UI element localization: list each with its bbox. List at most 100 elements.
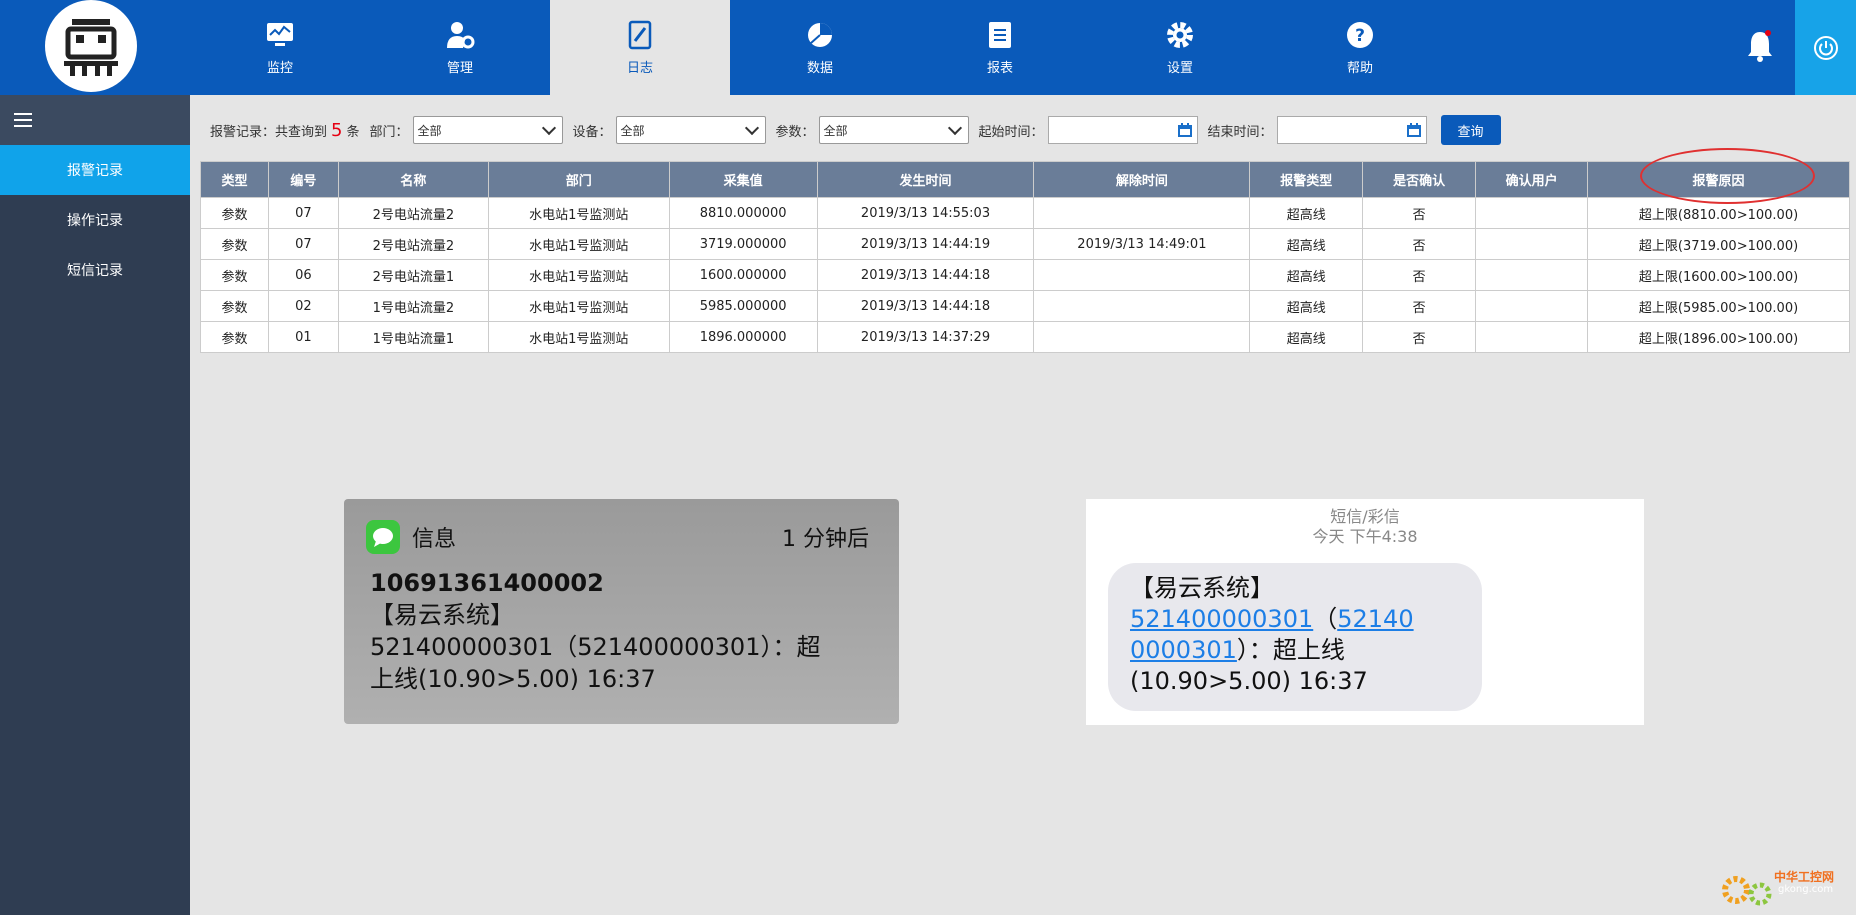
calendar-icon[interactable] [1177,122,1193,138]
table-cell: 2号电站流量2 [337,228,489,260]
main-nav: 监控 管理 日志 数据 报表 设置 ? 帮助 [190,0,1450,95]
table-cell: 水电站1号监测站 [487,197,670,229]
nav-data[interactable]: 数据 [730,0,910,95]
sms-link-number-1[interactable]: 521400000301 [1130,605,1313,633]
table-cell: 超高线 [1249,290,1364,322]
nav-settings-label: 设置 [1166,61,1193,76]
table-cell: 水电站1号监测站 [487,259,670,291]
sidebar-item-label: 短信记录 [67,263,123,279]
table-cell: 2019/3/13 14:55:03 [816,197,1035,229]
table-cell: 1896.000000 [668,321,818,353]
param-select[interactable]: 全部 [818,116,969,144]
sms-date-label: 今天 下午4:38 [1312,527,1418,546]
sms-notification-body: 10691361400002 【易云系统】 521400000301（52140… [370,567,879,695]
monitor-icon [264,19,296,51]
highlight-circle-annotation [1640,148,1815,204]
result-count: 5 [331,119,343,141]
logout-button[interactable] [1795,0,1856,95]
messages-app-icon [366,520,400,554]
table-cell: 否 [1362,197,1477,229]
dept-select[interactable]: 全部 [412,116,563,144]
sms-sender-number: 10691361400002 [370,569,604,597]
column-header: 类型 [200,161,269,198]
nav-help-label: 帮助 [1346,61,1373,76]
table-cell: 超上限(1600.00>100.00) [1587,259,1850,291]
table-body: 参数 07 2号电站流量2 水电站1号监测站 8810.000000 2019/3/13 … [200,197,1850,353]
table-cell: 1号电站流量2 [337,290,489,322]
user-gear-icon [444,19,476,51]
sms-app-info: 信息 [366,520,456,554]
table-cell: 02 [267,290,339,322]
watermark-text-2: gkong.com [1778,884,1834,895]
query-button[interactable]: 查询 [1440,115,1501,145]
report-icon [984,19,1016,51]
table-cell: 参数 [200,259,269,291]
table-row[interactable]: 参数 06 2号电站流量1 水电站1号监测站 1600.000000 2019/3/13 … [200,259,1850,291]
filter-bar: 报警记录：共查询到 5 条 部门： 全部 设备： 全部 参数： 全部 起始时间：… [210,112,1501,148]
nav-report-label: 报表 [986,61,1013,76]
device-select[interactable]: 全部 [615,116,766,144]
nav-log[interactable]: 日志 [550,0,730,95]
sms-app-name: 信息 [412,527,457,552]
nav-manage-label: 管理 [446,61,473,76]
param-select-value: 全部 [823,123,848,138]
app-logo [45,0,137,92]
table-row[interactable]: 参数 01 1号电站流量1 水电站1号监测站 1896.000000 2019/3/13 … [200,321,1850,353]
table-cell: 否 [1362,259,1477,291]
nav-help[interactable]: ? 帮助 [1270,0,1450,95]
table-cell: 06 [267,259,339,291]
sms-type-label: 短信/彩信 [1330,507,1400,526]
table-header-row: 类型 编号 名称 部门 采集值 发生时间 解除时间 报警类型 是否确认 确认用户 报警原因 [200,161,1850,198]
table-cell: 水电站1号监测站 [487,290,670,322]
column-header: 确认用户 [1475,161,1589,198]
chevron-down-icon [541,120,556,135]
table-row[interactable]: 参数 07 2号电站流量2 水电站1号监测站 3719.000000 2019/3/13 … [200,228,1850,260]
gear-icon [1164,19,1196,51]
column-header: 编号 [267,161,339,198]
start-time-input[interactable] [1047,116,1198,144]
chevron-down-icon [947,120,962,135]
table-row[interactable]: 参数 07 2号电站流量2 水电站1号监测站 8810.000000 2019/3/13 … [200,197,1850,229]
table-cell [1033,197,1251,229]
logo-icon [64,19,118,76]
help-icon: ? [1344,19,1376,51]
table-cell [1475,197,1589,229]
top-nav-bar: 监控 管理 日志 数据 报表 设置 ? 帮助 [0,0,1856,95]
nav-manage[interactable]: 管理 [370,0,550,95]
end-time-input[interactable] [1276,116,1427,144]
sms-conversation-image: 短信/彩信 今天 下午4:38 【易云系统】 521400000301（5214… [1086,499,1644,725]
table-cell: 超上限(3719.00>100.00) [1587,228,1850,260]
table-cell: 超高线 [1249,259,1364,291]
sidebar: 报警记录 操作记录 短信记录 [0,95,190,915]
pie-chart-icon [804,19,836,51]
table-cell [1475,290,1589,322]
sms-bubble-line-2: 521400000301（52140 [1130,604,1460,635]
menu-toggle-button[interactable] [0,95,190,145]
notification-bell[interactable] [1745,28,1775,64]
table-cell: 超高线 [1249,228,1364,260]
alarm-records-table: 类型 编号 名称 部门 采集值 发生时间 解除时间 报警类型 是否确认 确认用户 报警原因 参数 07… [200,161,1850,353]
sidebar-item-alarm-records[interactable]: 报警记录 [0,145,190,195]
end-time-label: 结束时间： [1207,124,1273,140]
sidebar-item-operation-records[interactable]: 操作记录 [0,195,190,245]
sms-notification-header: 信息 1 分钟后 [366,519,869,555]
nav-monitor-label: 监控 [266,61,293,76]
table-cell [1033,290,1251,322]
table-cell: 否 [1362,228,1477,260]
nav-monitor[interactable]: 监控 [190,0,370,95]
start-time-label: 起始时间： [978,124,1044,140]
sms-link-number-2b[interactable]: 0000301 [1130,636,1237,664]
table-cell: 超高线 [1249,197,1364,229]
nav-report[interactable]: 报表 [910,0,1090,95]
table-cell: 参数 [200,197,269,229]
table-row[interactable]: 参数 02 1号电站流量2 水电站1号监测站 5985.000000 2019/3/13 … [200,290,1850,322]
table-cell: 5985.000000 [668,290,818,322]
nav-log-label: 日志 [626,61,653,76]
table-cell: 2019/3/13 14:44:19 [816,228,1035,260]
nav-settings[interactable]: 设置 [1090,0,1270,95]
sms-link-number-2a[interactable]: 52140 [1337,605,1413,633]
sidebar-item-sms-records[interactable]: 短信记录 [0,245,190,295]
calendar-icon[interactable] [1406,122,1422,138]
nav-data-label: 数据 [806,61,833,76]
table-cell: 2019/3/13 14:49:01 [1033,228,1251,260]
